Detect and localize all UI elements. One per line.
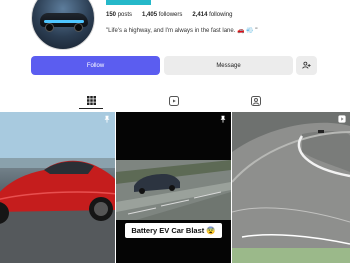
- post-overlay-text: Battery EV Car Blast 😨: [125, 223, 222, 238]
- profile-bio: "Life's a highway, and I'm always in the…: [106, 28, 258, 34]
- road-car-image: [116, 160, 231, 220]
- red-car-image: [0, 112, 115, 263]
- grid-icon: [86, 96, 96, 105]
- post-thumbnail-1[interactable]: [0, 112, 115, 263]
- post-thumbnail-3[interactable]: [232, 112, 350, 263]
- message-button[interactable]: Message: [164, 56, 293, 75]
- tab-posts[interactable]: [79, 92, 103, 109]
- profile-avatar[interactable]: [31, 0, 95, 50]
- pin-icon: [220, 115, 226, 123]
- follow-button[interactable]: Follow: [31, 56, 160, 75]
- profile-stats: 150 posts 1,405 followers 2,414 followin…: [106, 12, 232, 18]
- profile-tabs: [0, 92, 350, 109]
- posts-grid: Battery EV Car Blast 😨: [0, 112, 350, 263]
- following-stat[interactable]: 2,414 following: [192, 12, 232, 18]
- reels-icon: [169, 95, 179, 106]
- add-user-icon: [302, 61, 311, 69]
- posts-stat[interactable]: 150 posts: [106, 12, 132, 18]
- profile-header-accent: [106, 0, 151, 5]
- suggested-users-button[interactable]: [296, 56, 317, 75]
- pin-icon: [104, 115, 110, 123]
- tagged-icon: [251, 95, 261, 106]
- followers-stat[interactable]: 1,405 followers: [142, 12, 182, 18]
- post-thumbnail-2[interactable]: Battery EV Car Blast 😨: [116, 112, 231, 263]
- race-track-image: [232, 112, 350, 263]
- reel-icon: [338, 115, 346, 123]
- tab-reels[interactable]: [162, 92, 186, 109]
- tab-tagged[interactable]: [244, 92, 268, 109]
